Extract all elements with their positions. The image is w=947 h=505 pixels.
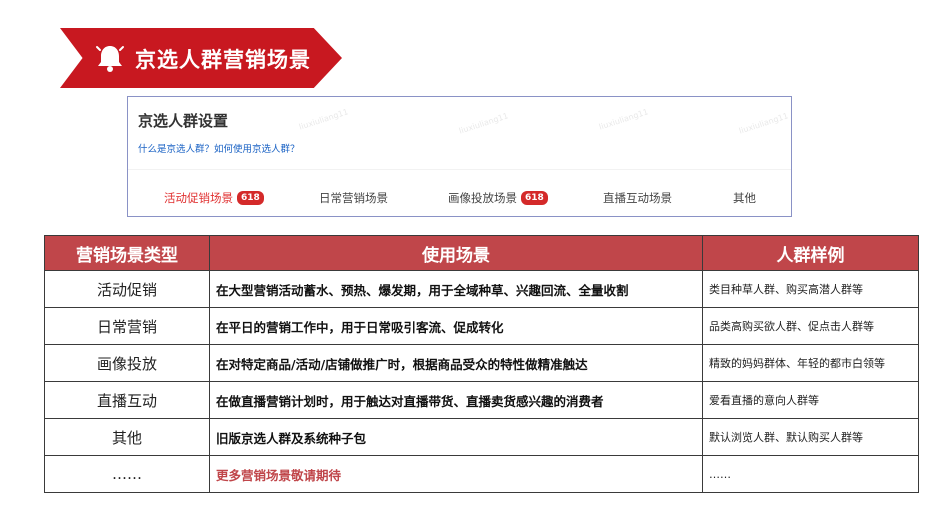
scene-type: 直播互动 bbox=[44, 381, 210, 419]
help-links: 什么是京选人群？如何使用京选人群？ bbox=[138, 141, 300, 155]
scene-example: 类目种草人群、购买高潜人群等 bbox=[702, 270, 919, 308]
header-usage: 使用场景 bbox=[209, 235, 703, 271]
tab-label: 其他 bbox=[733, 191, 756, 205]
watermark: liuxiuliang11 bbox=[737, 111, 790, 136]
scene-type: 画像投放 bbox=[44, 344, 210, 382]
scene-example: 爱看直播的意向人群等 bbox=[702, 381, 919, 419]
tab-other[interactable]: 其他 bbox=[733, 190, 756, 206]
scene-example: 默认浏览人群、默认购买人群等 bbox=[702, 418, 919, 456]
scene-usage: 在平日的营销工作中，用于日常吸引客流、促成转化 bbox=[209, 307, 703, 345]
tab-promotion[interactable]: 活动促销场景 618 bbox=[164, 190, 264, 206]
header-type: 营销场景类型 bbox=[44, 235, 210, 271]
scene-usage: 在大型营销活动蓄水、预热、爆发期，用于全域种草、兴趣回流、全量收割 bbox=[209, 270, 703, 308]
table-header-row: 营销场景类型 使用场景 人群样例 bbox=[44, 235, 919, 271]
table-row: 活动促销 在大型营销活动蓄水、预热、爆发期，用于全域种草、兴趣回流、全量收割 类… bbox=[44, 270, 919, 308]
scene-example: 精致的妈妈群体、年轻的都市白领等 bbox=[702, 344, 919, 382]
settings-card: liuxiuliang11 liuxiuliang11 liuxiuliang1… bbox=[127, 96, 792, 217]
table-row: …… 更多营销场景敬请期待 …… bbox=[44, 455, 919, 493]
bell-icon bbox=[96, 46, 124, 72]
tab-badge: 618 bbox=[237, 191, 264, 205]
banner-title: 京选人群营销场景 bbox=[135, 48, 311, 72]
scene-usage: 在做直播营销计划时，用于触达对直播带货、直播卖货感兴趣的消费者 bbox=[209, 381, 703, 419]
scene-type: 日常营销 bbox=[44, 307, 210, 345]
table-row: 日常营销 在平日的营销工作中，用于日常吸引客流、促成转化 品类高购买欲人群、促点… bbox=[44, 307, 919, 345]
table-row: 其他 旧版京选人群及系统种子包 默认浏览人群、默认购买人群等 bbox=[44, 418, 919, 456]
watermark: liuxiuliang11 bbox=[457, 111, 510, 136]
tab-badge: 618 bbox=[521, 191, 548, 205]
scene-type: …… bbox=[44, 455, 210, 493]
table-row: 直播互动 在做直播营销计划时，用于触达对直播带货、直播卖货感兴趣的消费者 爱看直… bbox=[44, 381, 919, 419]
scene-type: 其他 bbox=[44, 418, 210, 456]
tab-live[interactable]: 直播互动场景 bbox=[603, 190, 672, 206]
scene-example: 品类高购买欲人群、促点击人群等 bbox=[702, 307, 919, 345]
tab-daily[interactable]: 日常营销场景 bbox=[319, 190, 388, 206]
scene-usage: 在对特定商品/活动/店铺做推广时，根据商品受众的特性做精准触达 bbox=[209, 344, 703, 382]
watermark: liuxiuliang11 bbox=[297, 107, 350, 132]
divider bbox=[128, 169, 791, 170]
scene-table: 营销场景类型 使用场景 人群样例 活动促销 在大型营销活动蓄水、预热、爆发期，用… bbox=[44, 235, 919, 493]
settings-title: 京选人群设置 bbox=[138, 112, 229, 130]
tab-label: 活动促销场景 bbox=[164, 191, 233, 205]
tab-label: 日常营销场景 bbox=[319, 191, 388, 205]
scene-usage-coming-soon: 更多营销场景敬请期待 bbox=[209, 455, 703, 493]
tab-label: 画像投放场景 bbox=[448, 191, 517, 205]
scene-usage: 旧版京选人群及系统种子包 bbox=[209, 418, 703, 456]
tab-label: 直播互动场景 bbox=[603, 191, 672, 205]
header-example: 人群样例 bbox=[702, 235, 919, 271]
tab-portrait[interactable]: 画像投放场景 618 bbox=[448, 190, 548, 206]
help-link-what[interactable]: 什么是京选人群？ bbox=[138, 144, 214, 155]
scene-type: 活动促销 bbox=[44, 270, 210, 308]
scene-tabs: 活动促销场景 618 日常营销场景 画像投放场景 618 直播互动场景 其他 bbox=[128, 190, 791, 210]
help-link-how[interactable]: 如何使用京选人群？ bbox=[214, 144, 300, 155]
table-row: 画像投放 在对特定商品/活动/店铺做推广时，根据商品受众的特性做精准触达 精致的… bbox=[44, 344, 919, 382]
watermark: liuxiuliang11 bbox=[597, 107, 650, 132]
scene-example: …… bbox=[702, 455, 919, 493]
